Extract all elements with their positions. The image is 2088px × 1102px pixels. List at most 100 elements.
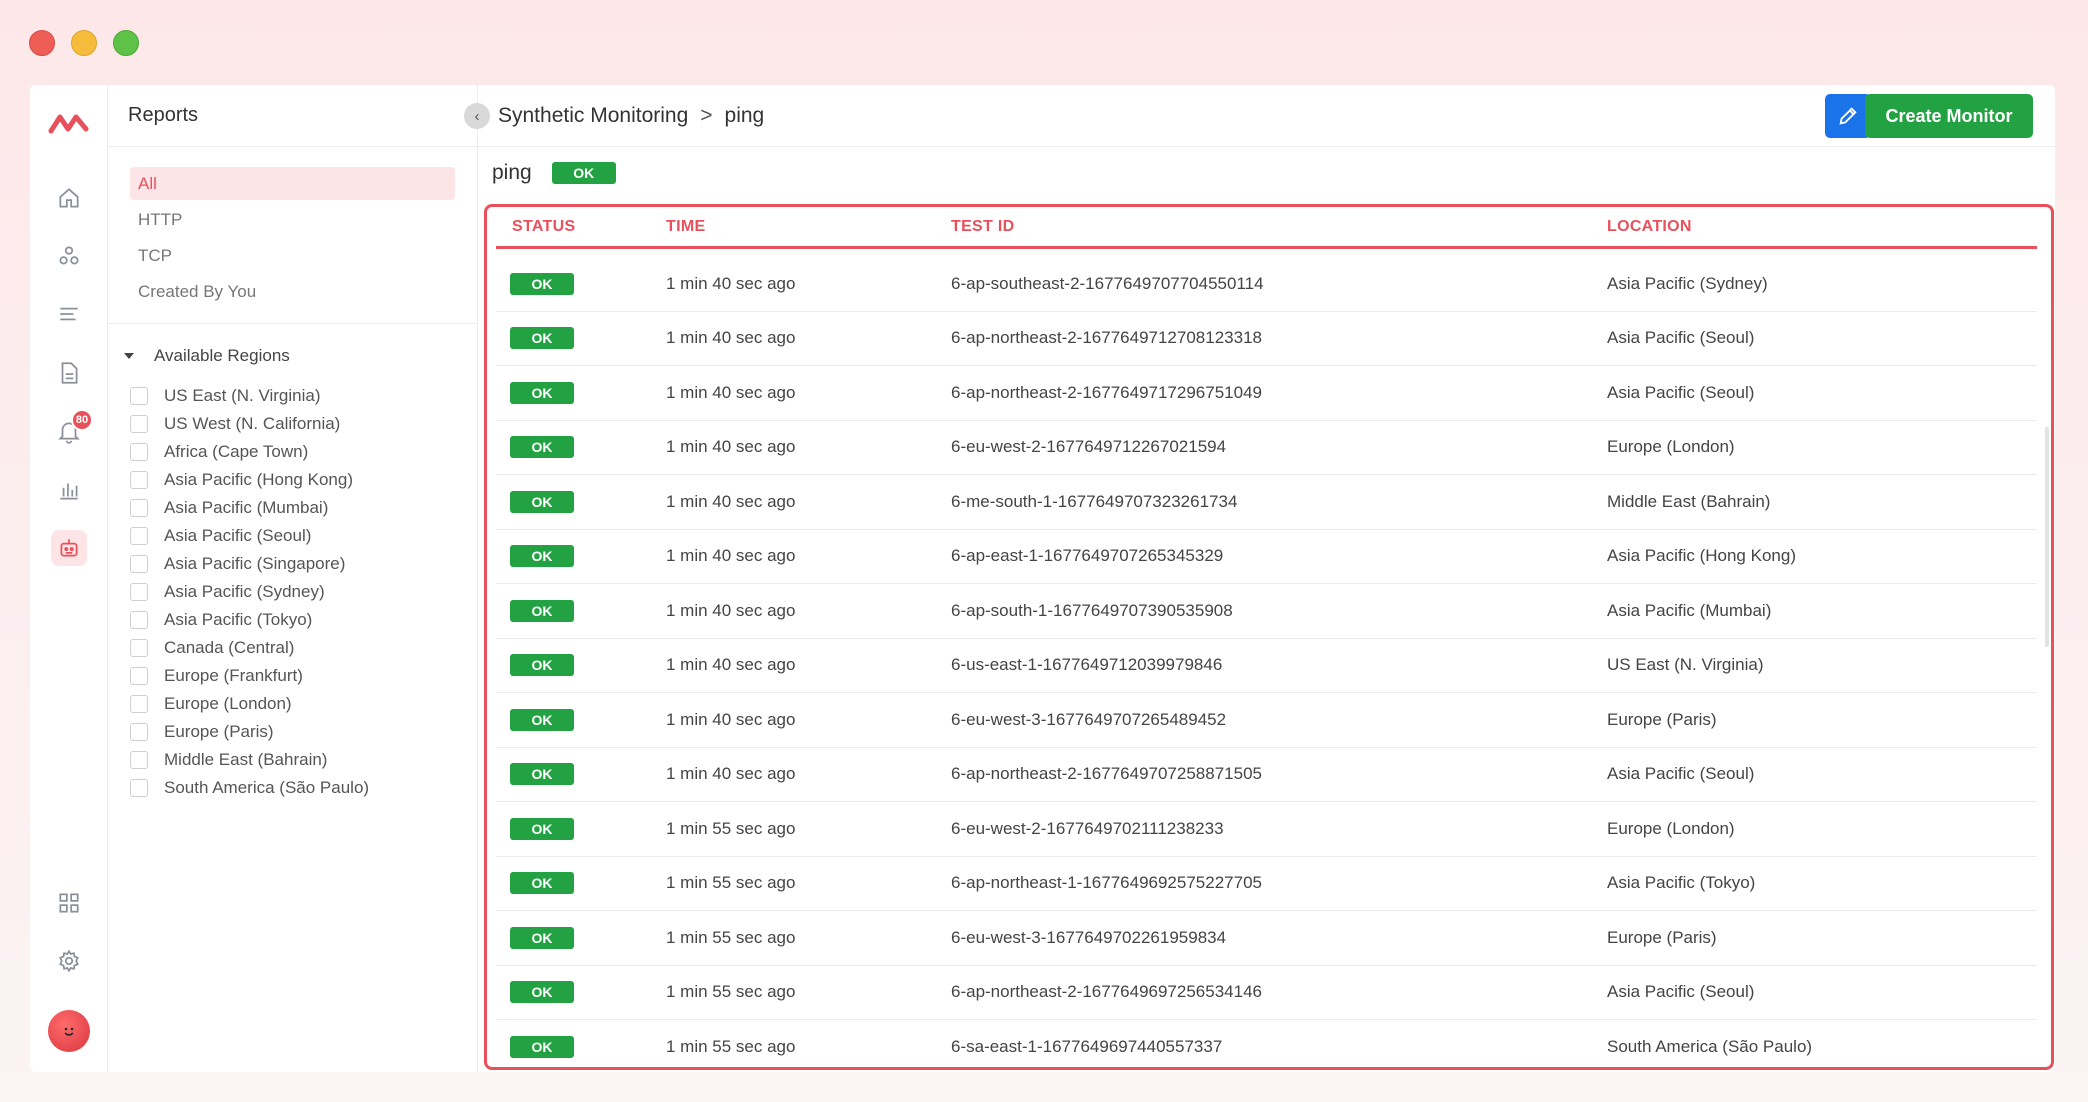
region-item[interactable]: South America (São Paulo): [130, 774, 477, 802]
location-cell: Europe (Paris): [1607, 709, 1717, 729]
region-checkbox[interactable]: [130, 499, 148, 517]
breadcrumb: Synthetic Monitoring > ping Create Monit…: [478, 85, 2055, 147]
report-filters: All HTTP TCP Created By You: [108, 147, 477, 324]
gear-icon[interactable]: [51, 943, 87, 979]
filter-created-by-you[interactable]: Created By You: [130, 275, 455, 308]
region-item[interactable]: Asia Pacific (Hong Kong): [130, 466, 477, 494]
region-item[interactable]: Canada (Central): [130, 634, 477, 662]
region-checkbox[interactable]: [130, 555, 148, 573]
table-row[interactable]: OK 1 min 40 sec ago 6-ap-east-1-1677649707…: [496, 530, 2037, 584]
header-location[interactable]: LOCATION: [1605, 218, 2037, 236]
close-window-button[interactable]: [29, 30, 55, 56]
region-item[interactable]: Europe (Frankfurt): [130, 662, 477, 690]
region-item[interactable]: Asia Pacific (Sydney): [130, 578, 477, 606]
header-test-id[interactable]: TEST ID: [949, 218, 1605, 236]
services-icon[interactable]: [51, 238, 87, 274]
region-item[interactable]: Europe (Paris): [130, 718, 477, 746]
region-checkbox[interactable]: [130, 387, 148, 405]
table-row[interactable]: OK 1 min 40 sec ago 6-eu-west-2-1677649712…: [496, 421, 2037, 475]
region-item[interactable]: Europe (London): [130, 690, 477, 718]
location-cell: South America (São Paulo): [1607, 1036, 1813, 1056]
table-row[interactable]: OK 1 min 55 sec ago 6-ap-northeast-1-16776…: [496, 857, 2037, 911]
status-cell: OK: [496, 381, 664, 404]
region-checkbox[interactable]: [130, 639, 148, 657]
test-id-cell: 6-eu-west-2-1677649702111238233: [951, 818, 1224, 838]
region-checkbox[interactable]: [130, 751, 148, 769]
region-checkbox[interactable]: [130, 695, 148, 713]
status-badge: OK: [510, 381, 574, 404]
region-item[interactable]: Asia Pacific (Seoul): [130, 522, 477, 550]
collapse-panel-button[interactable]: ‹: [464, 103, 490, 129]
region-checkbox[interactable]: [130, 779, 148, 797]
table-row[interactable]: OK 1 min 55 sec ago 6-eu-west-2-1677649702…: [496, 802, 2037, 857]
region-checkbox[interactable]: [130, 527, 148, 545]
region-checkbox[interactable]: [130, 443, 148, 461]
table-row[interactable]: OK 1 min 40 sec ago 6-eu-west-3-1677649707…: [496, 693, 2037, 748]
table-header: STATUS TIME TEST ID LOCATION: [496, 207, 2037, 249]
test-id-cell: 6-ap-northeast-2-1677649707258871505: [951, 764, 1262, 784]
table-scrollbar[interactable]: [2045, 427, 2049, 647]
region-checkbox[interactable]: [130, 723, 148, 741]
filter-tcp[interactable]: TCP: [130, 239, 455, 272]
app-window: 80 Reports ‹ All HTTP TCP Created By You…: [30, 85, 2055, 1072]
location-cell: Middle East (Bahrain): [1607, 491, 1771, 511]
region-item[interactable]: Middle East (Bahrain): [130, 746, 477, 774]
filter-http[interactable]: HTTP: [130, 203, 455, 236]
status-cell: OK: [496, 436, 664, 459]
table-row[interactable]: OK 1 min 40 sec ago 6-us-east-1-1677649712…: [496, 639, 2037, 693]
location-cell: Asia Pacific (Mumbai): [1607, 600, 1772, 620]
region-checkbox[interactable]: [130, 667, 148, 685]
table-row[interactable]: OK 1 min 40 sec ago 6-ap-southeast-2-16776…: [496, 257, 2037, 312]
status-cell: OK: [496, 654, 664, 677]
bar-chart-icon[interactable]: [51, 472, 87, 508]
region-item[interactable]: Asia Pacific (Singapore): [130, 550, 477, 578]
region-checkbox[interactable]: [130, 583, 148, 601]
user-avatar[interactable]: [48, 1010, 90, 1052]
header-time[interactable]: TIME: [664, 218, 949, 236]
time-cell: 1 min 40 sec ago: [666, 382, 796, 402]
region-item[interactable]: Asia Pacific (Tokyo): [130, 606, 477, 634]
bell-icon[interactable]: 80: [51, 409, 93, 449]
region-label: US West (N. California): [164, 414, 341, 433]
table-row[interactable]: OK 1 min 40 sec ago 6-me-south-1-167764970…: [496, 475, 2037, 530]
robot-icon[interactable]: [51, 530, 87, 566]
minimize-window-button[interactable]: [71, 30, 97, 56]
region-checkbox[interactable]: [130, 611, 148, 629]
status-badge: OK: [510, 654, 574, 677]
status-cell: OK: [496, 708, 664, 731]
maximize-window-button[interactable]: [113, 30, 139, 56]
status-badge: OK: [510, 708, 574, 731]
filter-all[interactable]: All: [130, 167, 455, 200]
region-item[interactable]: Asia Pacific (Mumbai): [130, 494, 477, 522]
status-cell: OK: [496, 981, 664, 1004]
home-icon[interactable]: [51, 180, 87, 216]
chevron-left-icon: ‹: [474, 107, 480, 125]
grid-icon[interactable]: [51, 885, 87, 921]
status-badge: OK: [510, 272, 574, 295]
document-icon[interactable]: [51, 355, 87, 391]
table-row[interactable]: OK 1 min 40 sec ago 6-ap-northeast-2-16776…: [496, 366, 2037, 421]
time-cell: 1 min 40 sec ago: [666, 491, 796, 511]
breadcrumb-root[interactable]: Synthetic Monitoring: [498, 104, 688, 128]
table-row[interactable]: OK 1 min 55 sec ago 6-ap-northeast-2-16776…: [496, 966, 2037, 1020]
region-item[interactable]: US East (N. Virginia): [130, 382, 477, 410]
table-row[interactable]: OK 1 min 55 sec ago 6-eu-west-3-1677649702…: [496, 911, 2037, 966]
status-badge: OK: [510, 545, 574, 568]
table-row[interactable]: OK 1 min 40 sec ago 6-ap-northeast-2-16776…: [496, 748, 2037, 802]
window-controls: [29, 30, 139, 56]
logs-icon[interactable]: [51, 296, 87, 332]
table-row[interactable]: OK 1 min 40 sec ago 6-ap-south-1-167764970…: [496, 584, 2037, 639]
region-item[interactable]: US West (N. California): [130, 410, 477, 438]
region-item[interactable]: Africa (Cape Town): [130, 438, 477, 466]
reports-panel: Reports ‹ All HTTP TCP Created By You Av…: [108, 85, 490, 1072]
time-cell: 1 min 40 sec ago: [666, 437, 796, 457]
table-row[interactable]: OK 1 min 40 sec ago 6-ap-northeast-2-16776…: [496, 312, 2037, 366]
create-monitor-button[interactable]: Create Monitor: [1865, 94, 2033, 138]
region-checkbox[interactable]: [130, 471, 148, 489]
table-row[interactable]: OK 1 min 55 sec ago 6-sa-east-1-1677649697…: [496, 1020, 2037, 1067]
header-status[interactable]: STATUS: [496, 218, 664, 236]
status-badge: OK: [510, 872, 574, 895]
available-regions-toggle[interactable]: Available Regions: [108, 324, 477, 366]
region-checkbox[interactable]: [130, 415, 148, 433]
logo-icon[interactable]: [48, 109, 90, 137]
